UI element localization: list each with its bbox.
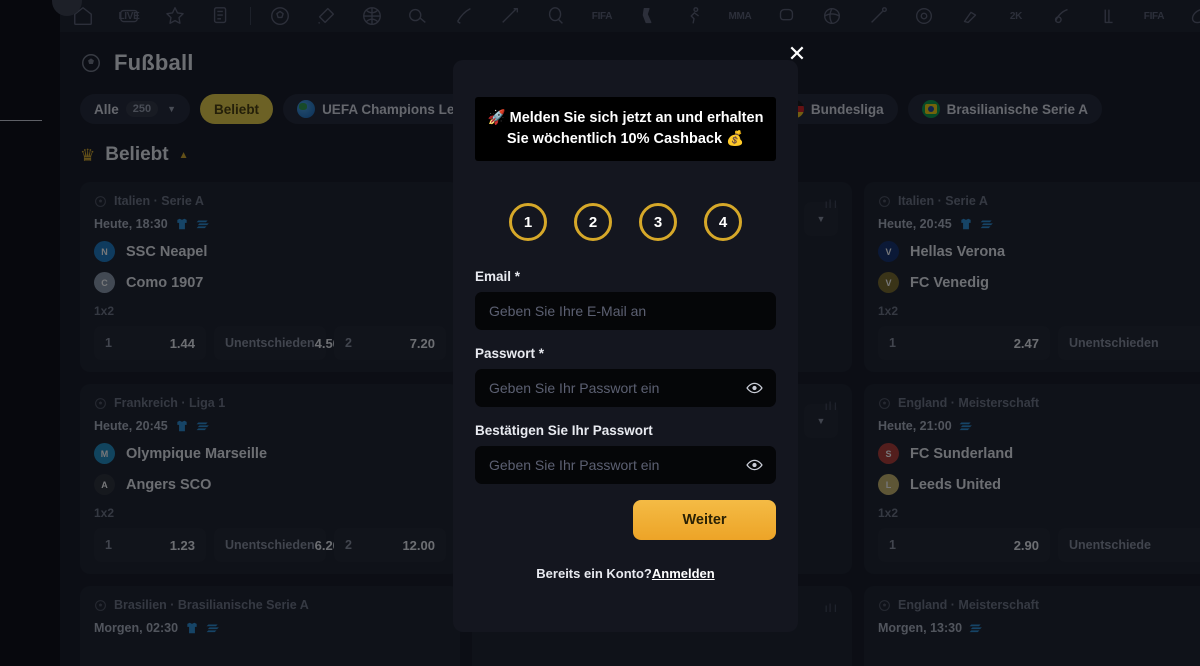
step-indicator-2[interactable]: 2 bbox=[574, 203, 612, 241]
signup-modal: ✕ 🚀 Melden Sie sich jetzt an und erhalte… bbox=[453, 42, 806, 632]
confirm-password-field-wrap bbox=[475, 446, 776, 484]
login-link[interactable]: Anmelden bbox=[652, 566, 715, 581]
submit-row: Weiter bbox=[475, 500, 776, 540]
close-icon[interactable]: ✕ bbox=[784, 42, 810, 68]
password-input[interactable] bbox=[475, 369, 776, 407]
email-input[interactable] bbox=[475, 292, 776, 330]
login-prompt: Bereits ein Konto?Anmelden bbox=[475, 566, 776, 581]
eye-icon-confirm[interactable] bbox=[746, 457, 763, 474]
eye-icon[interactable] bbox=[746, 380, 763, 397]
signup-form: Email * Passwort * Bestätigen Sie Ihr Pa… bbox=[475, 269, 776, 581]
step-indicator-4[interactable]: 4 bbox=[704, 203, 742, 241]
confirm-password-input[interactable] bbox=[475, 446, 776, 484]
email-label: Email * bbox=[475, 269, 521, 284]
step-indicator-1[interactable]: 1 bbox=[509, 203, 547, 241]
step-indicator: 1234 bbox=[453, 203, 798, 241]
app-root: LIVEFIFAMMA2KFIFA Fußball Alle250▼Belieb… bbox=[0, 0, 1200, 666]
continue-button[interactable]: Weiter bbox=[633, 500, 776, 540]
step-indicator-3[interactable]: 3 bbox=[639, 203, 677, 241]
promo-banner: 🚀 Melden Sie sich jetzt an und erhalten … bbox=[475, 97, 776, 162]
email-field-wrap bbox=[475, 292, 776, 330]
confirm-password-label: Bestätigen Sie Ihr Passwort bbox=[475, 423, 653, 438]
login-prompt-text: Bereits ein Konto? bbox=[536, 566, 652, 581]
password-field-wrap bbox=[475, 369, 776, 407]
password-label: Passwort * bbox=[475, 346, 545, 361]
